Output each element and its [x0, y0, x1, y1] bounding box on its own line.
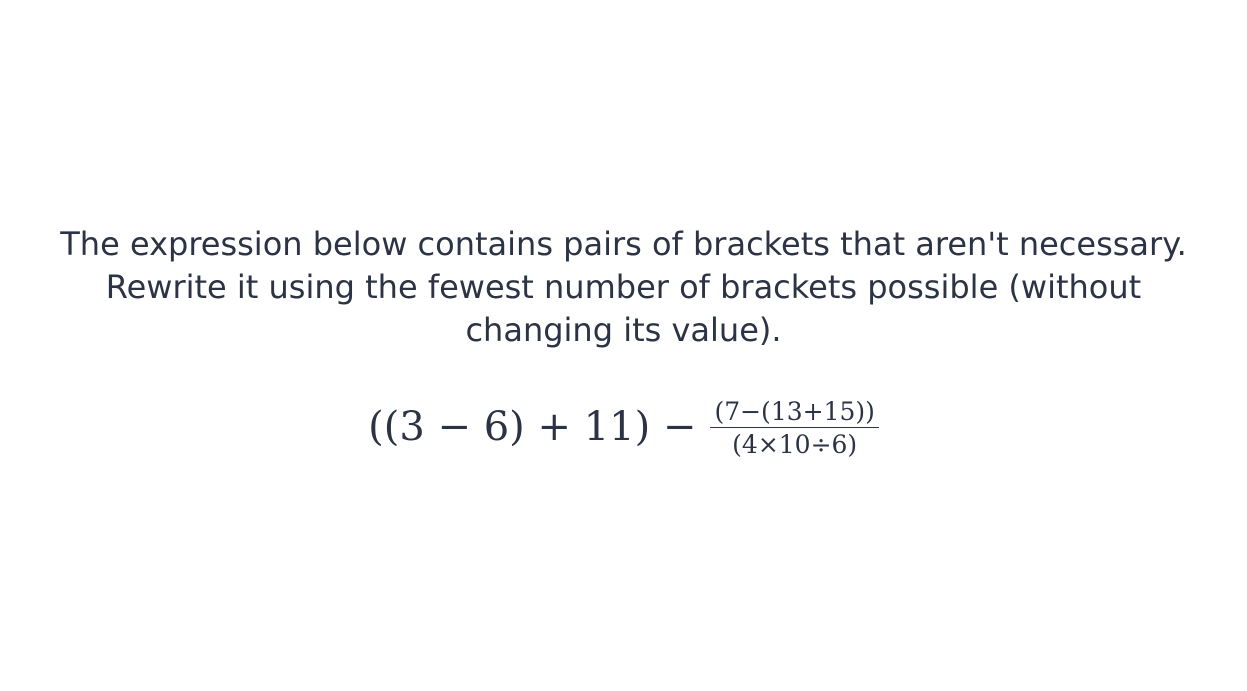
expression-left-part: ((3 − 6) + 11) − — [368, 404, 697, 450]
fraction: (7−(13+15)) (4×10÷6) — [710, 399, 879, 459]
fraction-numerator: (7−(13+15)) — [710, 399, 879, 428]
question-line-2: Rewrite it using the fewest number of br… — [105, 268, 1142, 306]
fraction-denominator: (4×10÷6) — [732, 430, 858, 459]
question-line-1: The expression below contains pairs of b… — [60, 225, 1187, 263]
question-line-3: changing its value). — [465, 311, 782, 349]
question-text: The expression below contains pairs of b… — [0, 223, 1247, 352]
math-expression: ((3 − 6) + 11) − (7−(13+15)) (4×10÷6) — [0, 392, 1247, 464]
